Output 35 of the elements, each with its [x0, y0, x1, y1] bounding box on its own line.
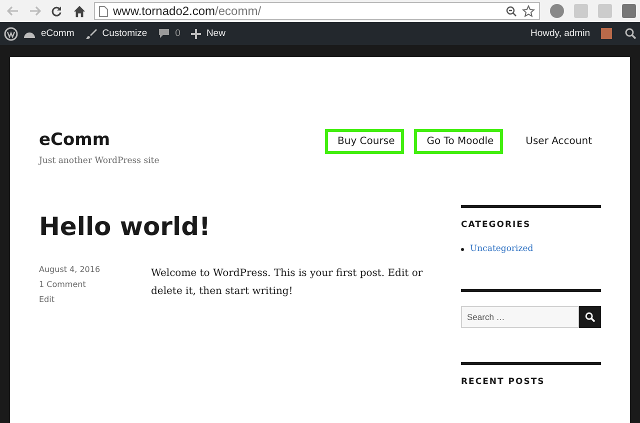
post-title[interactable]: Hello world!: [39, 212, 429, 241]
search-icon[interactable]: [625, 28, 636, 39]
search-field[interactable]: Search …: [461, 306, 579, 328]
post-body: Welcome to WordPress. This is your first post. Edit or delete it, then start writing!: [151, 267, 424, 299]
nav-link[interactable]: Buy Course: [324, 129, 404, 154]
comment-icon[interactable]: [158, 28, 170, 39]
zoom-out-icon[interactable]: [506, 6, 517, 16]
comment-count: 0: [175, 28, 180, 39]
home-icon[interactable]: [73, 4, 86, 18]
nav-link[interactable]: Go To Moodle: [414, 129, 503, 154]
reload-icon[interactable]: [51, 6, 62, 16]
site-link[interactable]: eComm: [41, 28, 74, 39]
avatar-placeholder: [601, 28, 612, 39]
customize-link[interactable]: Customize: [102, 28, 148, 39]
brush-icon[interactable]: [85, 28, 98, 40]
page-icon: [99, 6, 108, 16]
comments-link[interactable]: 1 Comment: [39, 280, 151, 289]
widget-title: RECENT POSTS: [461, 377, 546, 387]
nav-link[interactable]: User Account: [512, 129, 601, 154]
site-tagline: Just another WordPress site: [39, 156, 160, 166]
post-date[interactable]: August 4, 2016: [39, 265, 151, 274]
greeting-link[interactable]: Howdy, admin: [530, 28, 590, 39]
bullet-icon: [461, 248, 464, 250]
search-icon: [585, 312, 595, 322]
url-text: www.tornado2.com/ecomm/: [113, 4, 262, 18]
edit-link[interactable]: Edit: [39, 295, 151, 304]
new-link[interactable]: New: [206, 28, 226, 39]
widget-title: CATEGORIES: [461, 220, 532, 230]
category-link[interactable]: Uncategorized: [470, 244, 534, 254]
address-bar[interactable]: www.tornado2.com/ecomm/: [94, 2, 540, 20]
plus-icon[interactable]: [191, 28, 202, 38]
site-title[interactable]: eComm: [39, 130, 160, 150]
star-icon[interactable]: [522, 4, 535, 18]
search-button[interactable]: [579, 306, 601, 328]
wordpress-logo-icon[interactable]: [4, 26, 18, 40]
